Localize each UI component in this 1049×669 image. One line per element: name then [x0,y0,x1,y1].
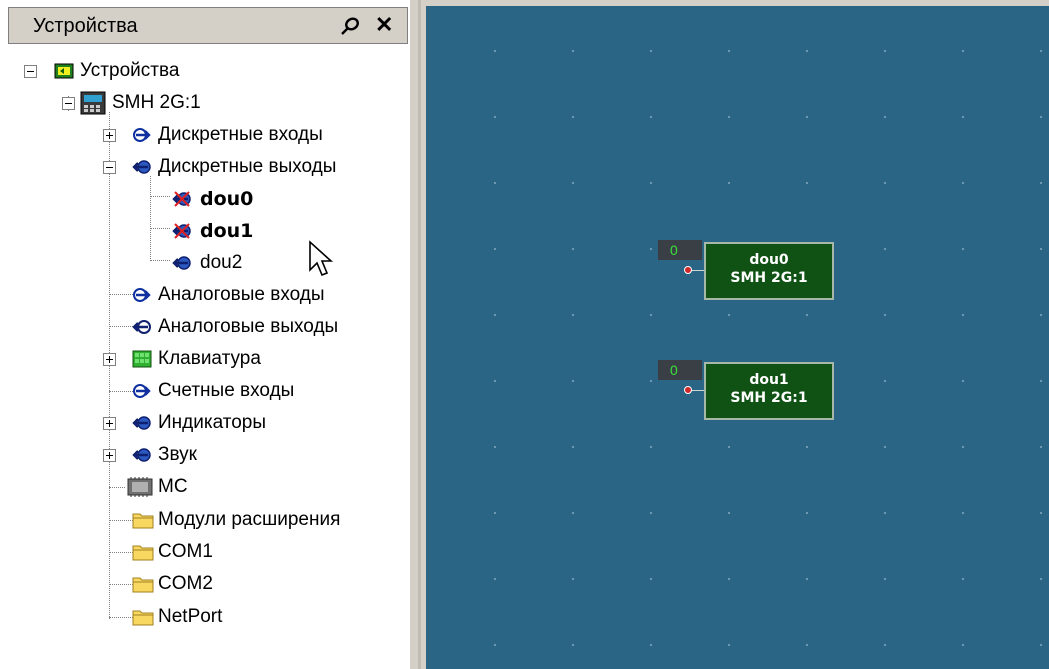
folder-icon [132,577,154,593]
tree-item-label: COM1 [158,541,213,562]
pin-icon[interactable] [339,15,361,37]
tree-item-netport[interactable]: NetPort [20,602,400,632]
tree-item-dou1[interactable]: dou1 [20,216,320,246]
tree-item-dou2[interactable]: dou2 [20,248,320,278]
tree-item-label: Устройства [80,60,180,81]
tree-item-label: dou0 [200,188,254,210]
tree-item-indicators[interactable]: Индикаторы [20,408,400,438]
collapse-toggle[interactable] [62,97,75,110]
block-device: SMH 2G:1 [730,390,808,406]
tree-item-label: dou2 [200,252,243,273]
tree-item-com2[interactable]: COM2 [20,569,400,599]
disabled-output-icon [172,191,191,207]
device-icon [80,91,106,115]
tree-item-sound[interactable]: Звук [20,440,400,470]
folder-icon [132,513,154,529]
mc-chip-icon [127,477,153,497]
input-arrow-icon [133,384,151,398]
devices-panel: Устройства ✕ Устройства SMH 2G:1 Дискрет… [0,0,410,669]
output-block-dou0[interactable]: dou0 SMH 2G:1 [704,242,834,300]
output-arrow-icon [132,160,151,174]
tree-item-discrete-outputs[interactable]: Дискретные выходы [20,152,400,182]
tree-item-label: Индикаторы [158,412,267,433]
disabled-output-icon [172,223,191,239]
tree-item-label: Модули расширения [158,509,341,530]
devices-root-icon [54,63,74,79]
tree-item-label: Звук [158,444,197,465]
output-value-display: 0 [658,360,702,380]
mouse-cursor-icon [309,240,334,277]
collapse-toggle[interactable] [24,65,37,78]
input-port[interactable] [684,266,692,274]
tree-item-label: COM2 [158,573,213,594]
folder-icon [132,545,154,561]
tree-item-com1[interactable]: COM1 [20,537,400,567]
expand-toggle[interactable] [103,417,116,430]
output-block-dou1[interactable]: dou1 SMH 2G:1 [704,362,834,420]
input-port[interactable] [684,386,692,394]
panel-title: Устройства [33,15,138,37]
folder-icon [132,610,154,626]
tree-item-discrete-inputs[interactable]: Дискретные входы [20,120,400,150]
block-device: SMH 2G:1 [730,270,808,286]
tree-item-label: Дискретные выходы [158,156,337,177]
output-value-display: 0 [658,240,702,260]
tree-item-label: MC [158,476,188,497]
expand-toggle[interactable] [103,129,116,142]
tree-item-label: Аналоговые входы [158,284,325,305]
expand-toggle[interactable] [103,353,116,366]
tree-item-dou0[interactable]: dou0 [20,184,320,214]
output-arrow-icon [132,448,151,462]
tree-item-label: Аналоговые выходы [158,316,339,337]
close-icon[interactable]: ✕ [375,12,393,38]
tree-item-keyboard[interactable]: Клавиатура [20,344,400,374]
panel-title-bar: Устройства ✕ [8,7,408,44]
keyboard-icon [132,350,152,368]
tree-item-label: SMH 2G:1 [112,92,201,113]
tree-item-counter-inputs[interactable]: Счетные входы [20,376,400,406]
block-name: dou1 [749,372,789,388]
collapse-toggle[interactable] [103,161,116,174]
tree-item-label: Счетные входы [158,380,295,401]
tree-item-label: Клавиатура [158,348,261,369]
block-name: dou0 [749,252,789,268]
tree-item-mc[interactable]: MC [20,472,400,502]
output-arrow-icon [132,320,151,334]
expand-toggle[interactable] [103,449,116,462]
tree-item-root[interactable]: Устройства [20,56,320,86]
output-arrow-icon [132,416,151,430]
device-tree: Устройства SMH 2G:1 Дискретные входы Дис… [0,46,410,669]
diagram-canvas[interactable]: 0 dou0 SMH 2G:1 0 dou1 SMH 2G:1 [426,6,1049,669]
tree-item-device[interactable]: SMH 2G:1 [20,88,320,118]
input-arrow-icon [133,128,151,142]
tree-item-analog-inputs[interactable]: Аналоговые входы [20,280,400,310]
tree-item-expansion-modules[interactable]: Модули расширения [20,505,400,535]
input-arrow-icon [133,288,151,302]
tree-item-label: dou1 [200,220,254,242]
tree-item-label: Дискретные входы [158,124,323,145]
panel-splitter[interactable] [410,0,426,669]
tree-item-label: NetPort [158,606,223,627]
tree-item-analog-outputs[interactable]: Аналоговые выходы [20,312,400,342]
output-arrow-icon [172,256,191,270]
